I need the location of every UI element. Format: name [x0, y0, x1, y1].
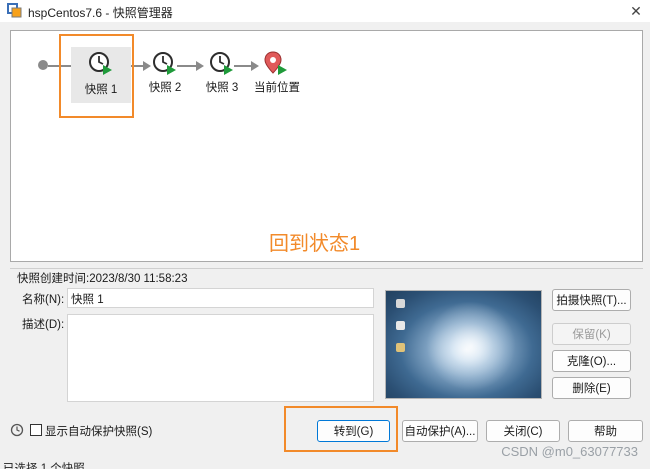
status-text: 已选择 1 个快照 — [3, 463, 85, 469]
vmware-icon — [7, 3, 22, 18]
snapshot-clock-icon — [210, 52, 233, 75]
keep-button[interactable]: 保留(K) — [552, 323, 631, 345]
folder-icon — [396, 343, 405, 352]
snapshot-preview-thumbnail — [385, 290, 542, 399]
annotation-text: 回到状态1 — [269, 233, 361, 255]
show-autoprotect-checkbox[interactable] — [30, 424, 42, 436]
autoprotect-button[interactable]: 自动保护(A)... — [402, 420, 478, 442]
autoprotect-clock-icon — [10, 423, 24, 437]
watermark: CSDN @m0_63077733 — [501, 444, 638, 459]
snapshot-tree[interactable]: 快照 1 快照 2 快照 3 当前位置 回到状态1 — [10, 30, 643, 262]
window-title: hspCentos7.6 - 快照管理器 — [28, 6, 173, 20]
name-label: 名称(N): — [22, 294, 65, 306]
take-snapshot-button[interactable]: 拍摄快照(T)... — [552, 289, 631, 311]
highlight-box-goto — [284, 406, 398, 452]
current-location-pin-icon — [264, 51, 287, 75]
close-button[interactable]: 关闭(C) — [486, 420, 560, 442]
clone-button[interactable]: 克隆(O)... — [552, 350, 631, 372]
name-field[interactable]: 快照 1 — [67, 288, 374, 308]
desktop-icon — [396, 321, 405, 330]
snapshot-node-label: 快照 2 — [148, 82, 182, 94]
current-location-node[interactable]: 当前位置 — [246, 51, 308, 97]
snapshot-node-label: 当前位置 — [254, 82, 300, 94]
close-window-button[interactable]: ✕ — [622, 0, 650, 22]
snapshot-node-label: 快照 3 — [205, 82, 239, 94]
description-field[interactable] — [67, 314, 374, 402]
highlight-box-snapshot-1 — [59, 34, 134, 118]
snapshot-node-2[interactable]: 快照 2 — [136, 51, 194, 97]
description-label: 描述(D): — [22, 319, 65, 331]
tree-root-dot — [38, 60, 48, 70]
desktop-icon — [396, 299, 405, 308]
snapshot-details: 快照创建时间:2023/8/30 11:58:23 名称(N): 快照 1 描述… — [10, 268, 643, 408]
help-button[interactable]: 帮助 — [568, 420, 643, 442]
status-bar: 已选择 1 个快照 — [0, 460, 650, 469]
title-bar: hspCentos7.6 - 快照管理器 ✕ — [0, 0, 650, 22]
preview-swirl — [426, 301, 516, 391]
snapshot-node-3[interactable]: 快照 3 — [193, 51, 251, 97]
snapshot-clock-icon — [153, 52, 176, 75]
delete-button[interactable]: 删除(E) — [552, 377, 631, 399]
show-autoprotect-label[interactable]: 显示自动保护快照(S) — [45, 423, 152, 439]
created-time-label: 快照创建时间:2023/8/30 11:58:23 — [17, 270, 191, 286]
